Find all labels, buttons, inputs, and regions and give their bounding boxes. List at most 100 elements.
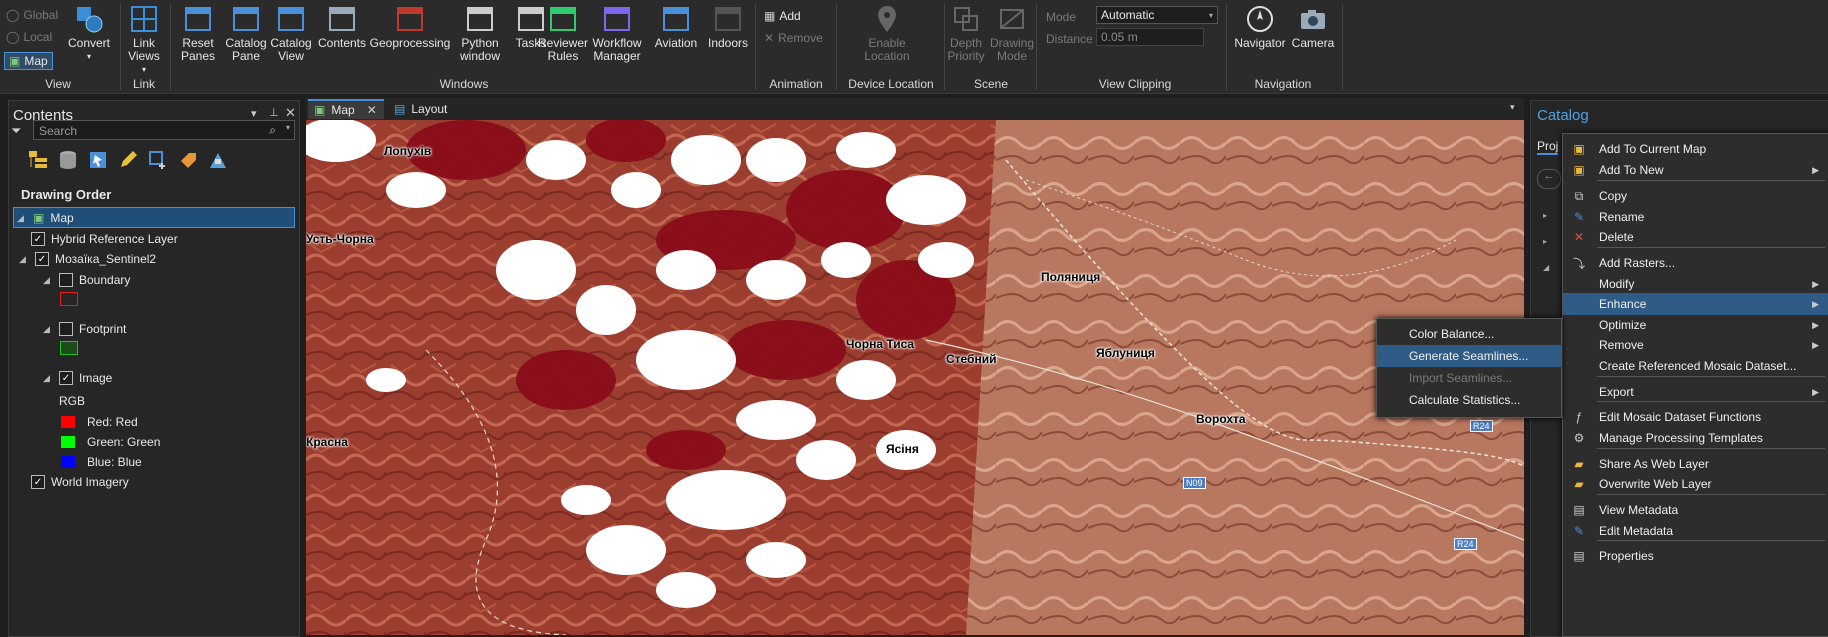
pane-options-icon[interactable]: ▾ <box>251 107 257 120</box>
green-band[interactable]: Green: Green <box>61 435 160 449</box>
depth-priority-button[interactable]: Depth Priority <box>946 4 986 63</box>
clipping-mode-label: Mode <box>1046 10 1077 24</box>
menu-item-share-as-web-layer[interactable]: ▰ Share As Web Layer <box>1563 453 1828 475</box>
clipping-distance-field[interactable]: 0.05 m <box>1096 28 1204 46</box>
menu-item-enhance[interactable]: Enhance ▶ <box>1563 293 1828 315</box>
layer-hybrid-reference[interactable]: ✓ Hybrid Reference Layer <box>31 232 178 246</box>
list-by-snapping-icon[interactable] <box>147 149 169 171</box>
drawing-mode-button[interactable]: Drawing Mode <box>988 4 1036 63</box>
tab-layout[interactable]: ▤ Layout <box>388 99 460 119</box>
indoors-button[interactable]: Indoors <box>702 4 754 50</box>
list-by-labeling-icon[interactable] <box>177 149 199 171</box>
python-window-icon <box>467 7 493 31</box>
geoprocessing-button[interactable]: Geoprocessing <box>370 4 450 50</box>
reset-panes-button[interactable]: Reset Panes <box>174 4 222 63</box>
location-pin-icon <box>878 6 896 32</box>
red-band[interactable]: Red: Red <box>61 415 138 429</box>
menu-item-copy[interactable]: ⧉ Copy <box>1563 185 1828 207</box>
menu-item-view-metadata[interactable]: ▤ View Metadata <box>1563 499 1828 521</box>
close-tab-icon[interactable]: ✕ <box>367 103 377 117</box>
reviewer-rules-button[interactable]: Reviewer Rules <box>538 4 588 63</box>
workflow-manager-button[interactable]: Workflow Manager <box>588 4 646 63</box>
menu-item-add-rasters[interactable]: ⤵ Add Rasters... <box>1563 252 1828 274</box>
layer-visibility-checkbox[interactable]: ✓ <box>31 475 45 489</box>
camera-button[interactable]: Camera <box>1290 4 1336 50</box>
expand-icon[interactable]: ◢ <box>19 254 29 265</box>
local-button[interactable]: ◯ Local <box>6 30 52 44</box>
menu-item-delete[interactable]: ✕ Delete <box>1563 226 1828 248</box>
map-view-button[interactable]: ▣ Map <box>4 52 53 70</box>
layer-mosaic-dataset[interactable]: ◢ ✓ Мозаїка_Sentinel2 <box>19 252 156 266</box>
animation-remove-button[interactable]: ✕ Remove <box>764 31 823 45</box>
catalog-pane-button[interactable]: Catalog Pane <box>224 4 268 63</box>
list-by-selection-icon[interactable] <box>87 149 109 171</box>
global-button[interactable]: ◯ Global <box>6 8 58 22</box>
layer-visibility-checkbox[interactable] <box>59 273 73 287</box>
submenu-item-calculate-statistics[interactable]: Calculate Statistics... <box>1377 389 1561 411</box>
tab-map[interactable]: ▣ Map ✕ <box>308 99 384 119</box>
submenu-item-color-balance[interactable]: Color Balance... <box>1377 323 1561 345</box>
layer-visibility-checkbox[interactable]: ✓ <box>59 371 73 385</box>
windows-button-label: Reset Panes <box>180 36 216 63</box>
layer-visibility-checkbox[interactable] <box>59 322 73 336</box>
layer-footprint[interactable]: ◢ Footprint <box>43 322 126 336</box>
place-label: Красна <box>306 435 348 449</box>
list-by-perspective-imagery-icon[interactable] <box>207 149 229 171</box>
menu-item-edit-metadata[interactable]: ✎ Edit Metadata <box>1563 520 1828 542</box>
submenu-item-generate-seamlines[interactable]: Generate Seamlines... <box>1377 345 1561 367</box>
menu-item-overwrite-web-layer[interactable]: ▰ Overwrite Web Layer <box>1563 473 1828 495</box>
menu-separator <box>1597 376 1825 377</box>
enable-location-button[interactable]: Enable Location <box>852 4 922 63</box>
contents-button[interactable]: Contents <box>316 4 368 50</box>
menu-item-modify[interactable]: Modify ▶ <box>1563 273 1828 295</box>
rename-icon: ✎ <box>1573 210 1585 224</box>
layer-visibility-checkbox[interactable]: ✓ <box>35 252 49 266</box>
menu-item-manage-processing-templates[interactable]: ⚙ Manage Processing Templates <box>1563 427 1828 449</box>
menu-item-properties[interactable]: ▤ Properties <box>1563 545 1828 567</box>
list-by-drawing-order-icon[interactable] <box>27 149 49 171</box>
expand-icon[interactable]: ◢ <box>43 324 53 335</box>
place-label: Усть-Чорна <box>306 232 374 246</box>
aviation-button[interactable]: Aviation <box>650 4 702 50</box>
filter-icon[interactable]: ⏷ <box>11 123 21 139</box>
menu-item-edit-mosaic-dataset-functions[interactable]: ƒ Edit Mosaic Dataset Functions <box>1563 406 1828 428</box>
search-input[interactable]: Search ⌕ ▾ <box>33 120 295 140</box>
convert-button[interactable]: Convert ▾ <box>66 4 112 63</box>
expand-icon[interactable]: ◢ <box>17 213 27 224</box>
layer-image[interactable]: ◢ ✓ Image <box>43 371 112 385</box>
menu-item-export[interactable]: Export ▶ <box>1563 381 1828 403</box>
map-view[interactable]: Лопухів Усть-Чорна Красна Поляниця Чорна Тис… <box>306 120 1524 635</box>
catalog-view-button[interactable]: Catalog View <box>268 4 314 63</box>
close-icon[interactable]: ✕ <box>285 105 296 121</box>
submenu-item-import-seamlines[interactable]: Import Seamlines... <box>1377 367 1561 389</box>
menu-item-rename[interactable]: ✎ Rename <box>1563 206 1828 228</box>
link-views-button[interactable]: Link Views ▾ <box>124 4 164 76</box>
reset-panes-icon <box>185 7 211 31</box>
layer-visibility-checkbox[interactable]: ✓ <box>31 232 45 246</box>
menu-item-remove[interactable]: Remove ▶ <box>1563 334 1828 356</box>
map-node[interactable]: ◢ ▣ Map <box>17 211 74 225</box>
pin-icon[interactable]: ⊥ <box>269 106 279 119</box>
menu-item-add-to-current-map[interactable]: ▣ Add To Current Map <box>1563 138 1828 160</box>
list-by-editing-icon[interactable] <box>117 149 139 171</box>
menu-item-create-referenced-mosaic-dataset[interactable]: Create Referenced Mosaic Dataset... <box>1563 355 1828 377</box>
expand-icon[interactable]: ◢ <box>43 275 53 286</box>
layer-world-imagery[interactable]: ✓ World Imagery <box>31 475 129 489</box>
clipping-mode-select[interactable]: Automatic ▾ <box>1096 6 1218 24</box>
list-by-data-source-icon[interactable] <box>57 149 79 171</box>
layer-boundary[interactable]: ◢ Boundary <box>43 273 130 287</box>
back-icon[interactable]: ← <box>1537 169 1561 189</box>
blank-icon <box>1571 276 1587 292</box>
footprint-symbol[interactable] <box>60 341 78 355</box>
menu-item-optimize[interactable]: Optimize ▶ <box>1563 314 1828 336</box>
menu-item-add-to-new[interactable]: ▣ Add To New ▶ <box>1563 159 1828 181</box>
expand-icon[interactable]: ◢ <box>43 373 53 384</box>
boundary-symbol[interactable] <box>60 292 78 306</box>
menu-item-label: Edit Mosaic Dataset Functions <box>1599 410 1762 424</box>
python-window-button[interactable]: Python window <box>452 4 508 63</box>
tab-list-icon[interactable]: ▾ <box>1510 102 1515 113</box>
animation-add-button[interactable]: ▦ Add <box>764 9 801 23</box>
blue-band[interactable]: Blue: Blue <box>61 455 142 469</box>
navigator-button[interactable]: Navigator <box>1232 4 1288 50</box>
catalog-tab-project[interactable]: Proj <box>1537 139 1559 155</box>
